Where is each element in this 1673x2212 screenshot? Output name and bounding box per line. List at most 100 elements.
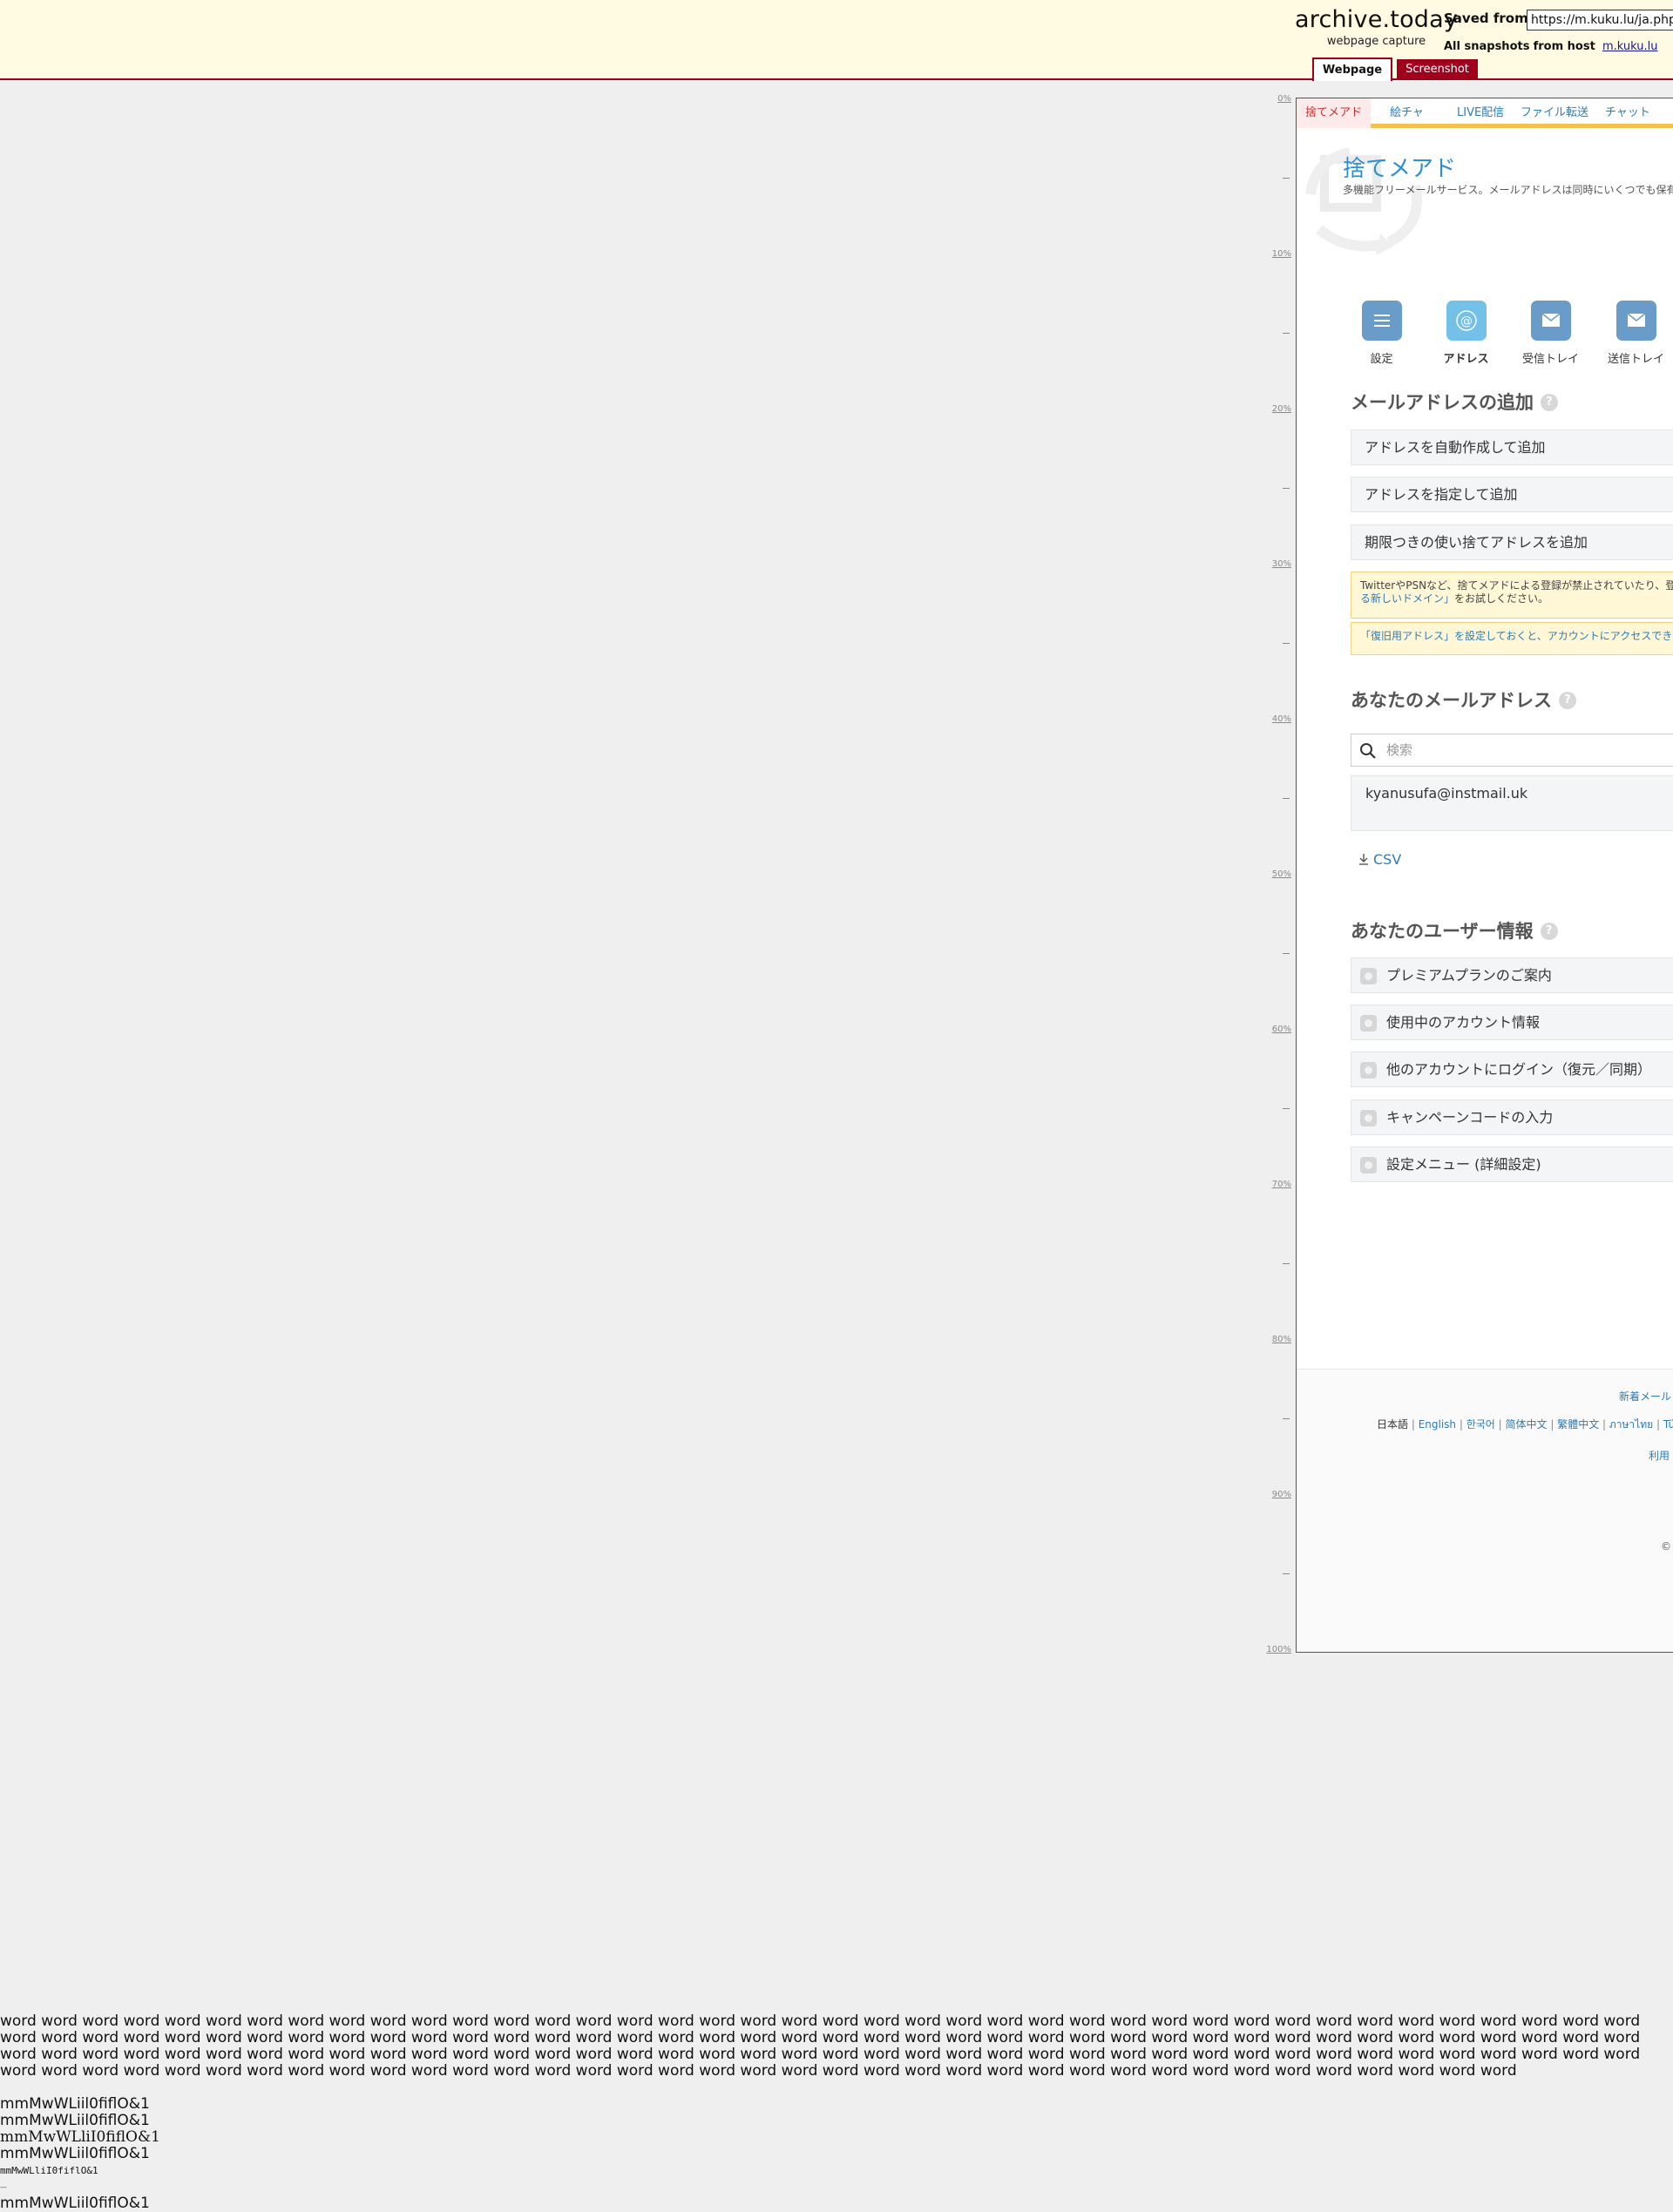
terms-link[interactable]: 利用 bbox=[1649, 1448, 1670, 1463]
search-icon bbox=[1360, 743, 1376, 759]
scale-tick bbox=[1283, 798, 1290, 799]
download-icon bbox=[1359, 854, 1368, 865]
address-shortcut[interactable]: @ アドレス bbox=[1424, 301, 1508, 366]
campaign-code-button[interactable]: キャンペーンコードの入力 bbox=[1351, 1099, 1673, 1135]
settings-shortcut[interactable]: 設定 bbox=[1339, 301, 1424, 366]
tab-screenshot[interactable]: Screenshot bbox=[1397, 59, 1478, 79]
campaign-code-label: キャンペーンコードの入力 bbox=[1386, 1109, 1554, 1126]
lang-tr[interactable]: Türk bbox=[1663, 1418, 1673, 1431]
your-address-title: あなたのメールアドレス bbox=[1351, 690, 1552, 711]
your-address-heading: あなたのメールアドレス? bbox=[1351, 687, 1576, 713]
domain-notice-line2: る新しいドメイン」をお試しください。 bbox=[1360, 592, 1665, 605]
other-account-login-button[interactable]: 他のアカウントにログイン（復元／同期） bbox=[1351, 1052, 1673, 1087]
page-scale: 0% 10% 20% 30% 40% 50% 60% 70% 80% 90% 100% bbox=[1255, 87, 1291, 1655]
lang-zh-hant[interactable]: 繁體中文 bbox=[1557, 1418, 1599, 1431]
scale-label[interactable]: 30% bbox=[1272, 559, 1291, 569]
lang-ko[interactable]: 한국어 bbox=[1466, 1418, 1495, 1431]
scale-label[interactable]: 20% bbox=[1272, 404, 1291, 414]
outbox-shortcut[interactable]: 送信トレイ bbox=[1594, 301, 1673, 366]
scale-tick bbox=[1283, 333, 1290, 334]
lang-th[interactable]: ภาษาไทย bbox=[1609, 1418, 1653, 1431]
csv-label: CSV bbox=[1373, 851, 1402, 868]
specify-address-button[interactable]: アドレスを指定して追加 bbox=[1351, 477, 1673, 512]
domain-notice-line1: TwitterやPSNなど、捨てメアドによる登録が禁止されていたり、登 bbox=[1360, 579, 1673, 592]
address-search-box[interactable] bbox=[1351, 734, 1673, 767]
settings-shortcut-label: 設定 bbox=[1370, 353, 1393, 366]
inbox-shortcut-label: 受信トレイ bbox=[1521, 353, 1579, 366]
user-info-title: あなたのユーザー情報 bbox=[1351, 921, 1534, 942]
auto-create-address-button[interactable]: アドレスを自動作成して追加 bbox=[1351, 430, 1673, 465]
saved-from-label: Saved from bbox=[1444, 10, 1528, 26]
help-icon[interactable]: ? bbox=[1541, 394, 1558, 411]
scale-tick bbox=[1283, 1263, 1290, 1264]
mail-icon bbox=[1615, 301, 1656, 341]
scale-label[interactable]: 60% bbox=[1272, 1025, 1291, 1034]
glyph-line: mmMwWLiil0fiflO&1 bbox=[0, 2095, 150, 2113]
nav-item-sutemeado[interactable]: 捨てメアド bbox=[1297, 98, 1372, 128]
recovery-notice[interactable]: 「復旧用アドレス」を設定しておくと、アカウントにアクセスでき bbox=[1351, 622, 1673, 655]
search-input[interactable] bbox=[1385, 741, 1646, 759]
nav-item-echa[interactable]: 絵チャ bbox=[1390, 98, 1424, 128]
scale-label[interactable]: 80% bbox=[1272, 1335, 1291, 1344]
snapshots-line: All snapshots from host m.kuku.lu bbox=[1444, 40, 1657, 53]
scale-label[interactable]: 40% bbox=[1272, 714, 1291, 724]
user-info-heading: あなたのユーザー情報? bbox=[1351, 917, 1558, 944]
scale-tick bbox=[1283, 1108, 1290, 1109]
settings-menu-label: 設定メニュー (詳細設定) bbox=[1386, 1156, 1541, 1173]
scale-tick bbox=[1283, 1573, 1290, 1574]
small-dash: — bbox=[0, 2183, 7, 2191]
nav-item-file-transfer[interactable]: ファイル転送 bbox=[1521, 98, 1588, 128]
host-link[interactable]: m.kuku.lu bbox=[1602, 40, 1658, 53]
inbox-shortcut[interactable]: 受信トレイ bbox=[1508, 301, 1593, 366]
all-snapshots-label: All snapshots bbox=[1444, 40, 1530, 53]
scale-label[interactable]: 100% bbox=[1266, 1645, 1291, 1654]
scale-label[interactable]: 70% bbox=[1272, 1180, 1291, 1189]
page-title: 捨てメアド bbox=[1343, 156, 1457, 182]
csv-download-link[interactable]: CSV bbox=[1358, 851, 1401, 868]
account-info-label: 使用中のアカウント情報 bbox=[1386, 1014, 1541, 1031]
domain-notice: TwitterやPSNなど、捨てメアドによる登録が禁止されていたり、登 る新しい… bbox=[1351, 572, 1673, 619]
glyph-line: mmMwWLiil0fiflO&1 bbox=[0, 2145, 150, 2162]
language-list: 日本語 | English | 한국어 | 简体中文 | 繁體中文 | ภาษา… bbox=[1377, 1417, 1673, 1433]
scale-tick bbox=[1283, 1418, 1290, 1419]
account-info-button[interactable]: 使用中のアカウント情報 bbox=[1351, 1005, 1673, 1040]
from-host-label: from host bbox=[1533, 40, 1595, 53]
at-icon: @ bbox=[1446, 301, 1487, 341]
nav-item-chat[interactable]: チャット bbox=[1605, 98, 1650, 128]
new-domain-link[interactable]: る新しいドメイン」 bbox=[1360, 592, 1454, 605]
help-icon[interactable]: ? bbox=[1559, 692, 1576, 709]
font-test-block: word word word word word word word word … bbox=[0, 2013, 1673, 2212]
lang-ja[interactable]: 日本語 bbox=[1377, 1418, 1408, 1431]
word-paragraph: word word word word word word word word … bbox=[0, 2012, 1641, 2080]
archive-logo-subtitle: webpage capture bbox=[1326, 35, 1426, 48]
tab-webpage[interactable]: Webpage bbox=[1312, 57, 1392, 81]
scale-label[interactable]: 10% bbox=[1272, 249, 1291, 259]
mail-icon bbox=[1530, 301, 1571, 341]
archive-logo[interactable]: archive.today webpage capture bbox=[1295, 5, 1458, 49]
address-shortcut-label: アドレス bbox=[1443, 353, 1489, 366]
archive-header: archive.today webpage capture Saved from… bbox=[0, 0, 1673, 81]
saved-url-field[interactable] bbox=[1527, 10, 1673, 30]
lang-en[interactable]: English bbox=[1419, 1418, 1456, 1431]
address-text: kyanusufa@instmail.uk bbox=[1365, 785, 1528, 802]
settings-menu-button[interactable]: 設定メニュー (詳細設定) bbox=[1351, 1147, 1673, 1182]
address-item[interactable]: kyanusufa@instmail.uk bbox=[1351, 775, 1673, 831]
star-icon bbox=[1360, 968, 1377, 984]
star-icon bbox=[1360, 1110, 1377, 1126]
scale-tick bbox=[1283, 178, 1290, 179]
scale-label[interactable]: 90% bbox=[1272, 1490, 1291, 1499]
glyph-line: mmMwWLiil0fiflO&1 bbox=[0, 2112, 150, 2129]
lang-zh-hans[interactable]: 简体中文 bbox=[1506, 1418, 1548, 1431]
scale-label[interactable]: 0% bbox=[1277, 94, 1291, 104]
captured-page-frame: 捨てメアド 絵チャ LIVE配信 ファイル転送 チャット 捨てメアド 多機能フリ… bbox=[1296, 98, 1673, 1653]
add-address-title: メールアドレスの追加 bbox=[1351, 392, 1534, 413]
premium-plan-button[interactable]: プレミアムプランのご案内 bbox=[1351, 957, 1673, 993]
archive-logo-title[interactable]: archive.today bbox=[1295, 5, 1458, 35]
new-mail-link[interactable]: 新着メール bbox=[1619, 1389, 1671, 1404]
other-account-login-label: 他のアカウントにログイン（復元／同期） bbox=[1386, 1061, 1652, 1078]
temporary-address-button[interactable]: 期限つきの使い捨てアドレスを追加 bbox=[1351, 524, 1673, 560]
info-icon bbox=[1360, 1015, 1377, 1032]
help-icon[interactable]: ? bbox=[1540, 923, 1558, 940]
scale-label[interactable]: 50% bbox=[1272, 869, 1291, 879]
nav-item-live[interactable]: LIVE配信 bbox=[1457, 98, 1504, 128]
